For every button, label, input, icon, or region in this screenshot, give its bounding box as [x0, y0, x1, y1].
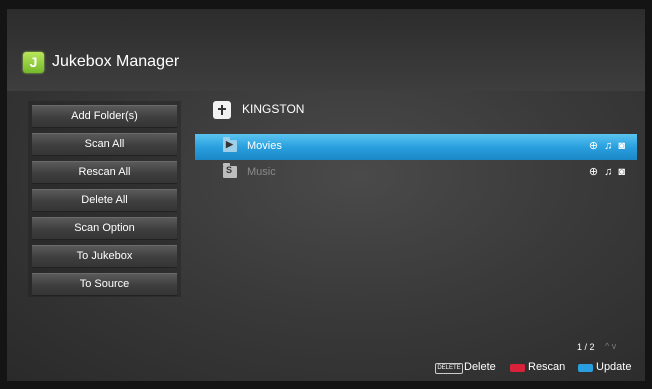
to-jukebox-button[interactable]: To Jukebox [32, 245, 177, 268]
camera-icon: ◙ [618, 140, 631, 152]
blue-key-icon [578, 364, 593, 372]
folder-name: Music [247, 166, 276, 178]
folder-name: Movies [247, 140, 282, 152]
search-icon: ⊕ [588, 140, 605, 152]
delete-key-icon: DELETE [435, 363, 463, 374]
delete-hint: Delete [464, 361, 496, 373]
media-type-icons: ⊕♫◙ [589, 139, 631, 152]
rescan-hint: Rescan [528, 361, 566, 373]
logo-letter: J [29, 54, 38, 70]
to-source-button[interactable]: To Source [32, 273, 177, 296]
camera-icon: ◙ [618, 166, 631, 178]
jukebox-manager-screen: J Jukebox Manager Add Folder(s) Scan All… [7, 9, 645, 381]
usb-device-icon [213, 101, 231, 119]
scan-option-button[interactable]: Scan Option [32, 217, 177, 240]
red-key-icon [510, 364, 525, 372]
media-type-icons: ⊕♫◙ [589, 165, 631, 178]
rescan-all-button[interactable]: Rescan All [32, 161, 177, 184]
folder-icon: S [223, 163, 237, 178]
add-folders-button[interactable]: Add Folder(s) [32, 105, 177, 128]
delete-all-button[interactable]: Delete All [32, 189, 177, 212]
music-icon: ♫ [604, 166, 619, 178]
search-icon: ⊕ [588, 166, 605, 178]
folder-icon: ▶ [223, 137, 237, 152]
folder-row-music[interactable]: S Music ⊕♫◙ [195, 160, 637, 186]
update-hint: Update [596, 361, 632, 373]
sidebar-menu: Add Folder(s) Scan All Rescan All Delete… [28, 101, 181, 297]
page-indicator: 1 / 2 [577, 342, 595, 352]
jukebox-logo-icon: J [23, 52, 44, 73]
device-name: KINGSTON [242, 102, 305, 116]
app-title: Jukebox Manager [52, 53, 180, 70]
scan-all-button[interactable]: Scan All [32, 133, 177, 156]
folder-row-movies[interactable]: ▶ Movies ⊕♫◙ [195, 134, 637, 160]
music-icon: ♫ [604, 140, 619, 152]
header-bar: J Jukebox Manager [7, 9, 645, 91]
page-arrows-icon[interactable]: ^ v [605, 341, 616, 351]
